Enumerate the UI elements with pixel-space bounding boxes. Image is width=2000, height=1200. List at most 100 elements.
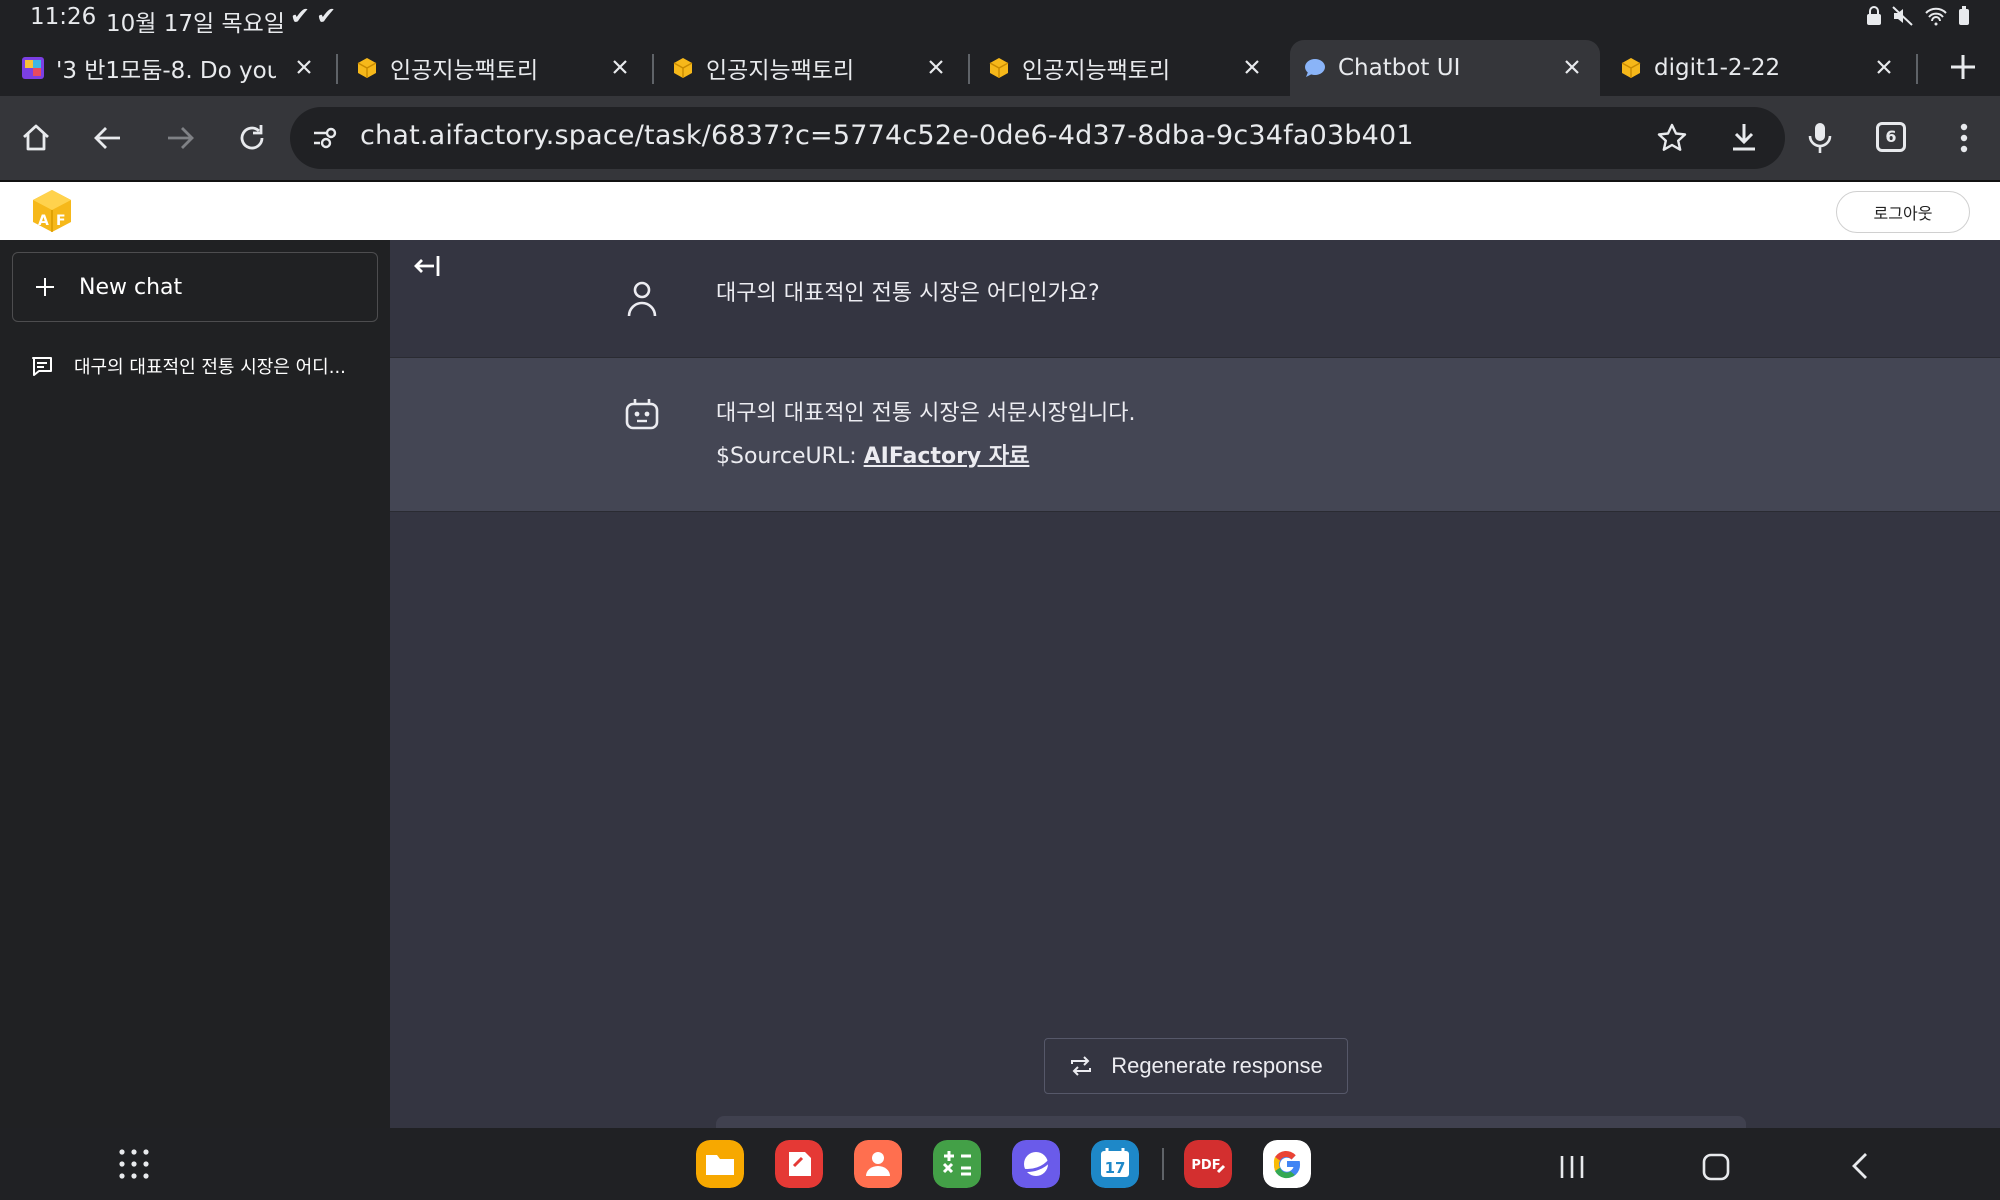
tab-switcher-button[interactable]: 6 <box>1876 122 1906 152</box>
google-icon[interactable] <box>1263 1140 1311 1188</box>
new-chat-label: New chat <box>79 274 183 300</box>
home-nav-icon[interactable] <box>1696 1146 1736 1186</box>
tab-separator <box>652 54 654 84</box>
system-icons <box>1866 6 1970 26</box>
source-line: $SourceURL: AIFactory 자료 <box>716 435 1136 478</box>
chat-sidebar: New chat 대구의 대표적인 전통 시장은 어디... <box>0 240 390 1128</box>
browser-tab[interactable]: digit1-2-22 <box>1620 40 1912 96</box>
user-avatar-icon <box>627 281 657 317</box>
close-icon[interactable] <box>1870 53 1898 81</box>
reload-button[interactable] <box>228 114 276 162</box>
browser-toolbar: chat.aifactory.space/task/6837?c=5774c52… <box>0 96 2000 180</box>
calendar-icon[interactable]: 17 <box>1091 1140 1139 1188</box>
assistant-message: 대구의 대표적인 전통 시장은 서문시장입니다. $SourceURL: AIF… <box>390 358 2000 512</box>
status-time: 11:26 <box>30 4 97 30</box>
app-drawer-icon[interactable] <box>118 1148 150 1180</box>
robot-icon <box>625 399 659 430</box>
chat-bubble-icon <box>1305 59 1325 77</box>
regenerate-response-button[interactable]: Regenerate response <box>1044 1038 1348 1094</box>
pdf-icon[interactable]: PDF <box>1184 1140 1232 1188</box>
forward-button[interactable] <box>156 114 204 162</box>
close-icon[interactable] <box>290 53 318 81</box>
tab-title: '3 반1모둠-8. Do you w <box>56 58 276 84</box>
source-prefix: $SourceURL: <box>716 444 864 469</box>
dock-divider <box>1162 1148 1164 1180</box>
browser-tab[interactable]: 인공지능팩토리 <box>672 40 964 96</box>
aifactory-cube-icon <box>357 58 377 78</box>
battery-icon <box>1959 6 1969 25</box>
download-icon[interactable] <box>1728 121 1760 153</box>
contacts-icon[interactable] <box>854 1140 902 1188</box>
user-message-text: 대구의 대표적인 전통 시장은 어디인가요? <box>716 281 1100 306</box>
reload-icon <box>240 125 264 150</box>
voice-search-button[interactable] <box>1796 114 1844 162</box>
new-tab-plus-icon[interactable] <box>1946 50 1980 84</box>
aifactory-cube-icon <box>989 58 1009 78</box>
status-bar: 11:26 10월 17일 목요일 ✔✔ <box>0 0 2000 37</box>
source-link[interactable]: AIFactory 자료 <box>864 444 1030 469</box>
browser-tab[interactable]: 인공지능팩토리 <box>356 40 648 96</box>
close-icon[interactable] <box>606 53 634 81</box>
assistant-message-body: 대구의 대표적인 전통 시장은 서문시장입니다. $SourceURL: AIF… <box>716 392 1136 478</box>
aifactory-cube-icon <box>1621 58 1641 78</box>
address-bar[interactable]: chat.aifactory.space/task/6837?c=5774c52… <box>290 107 1785 169</box>
tab-title: Chatbot UI <box>1338 55 1461 81</box>
svg-text:A: A <box>38 213 49 229</box>
site-settings-icon[interactable] <box>312 125 340 151</box>
chat-main: 대구의 대표적인 전통 시장은 어디인가요? 대구의 대표적인 전통 시장은 서… <box>390 240 2000 1128</box>
tab-separator <box>1916 54 1918 84</box>
calculator-icon[interactable] <box>933 1140 981 1188</box>
arrow-left-icon <box>94 127 120 149</box>
browser-tab-strip: '3 반1모둠-8. Do you w 인공지능팩토리 인공지능팩토리 인공지능… <box>0 38 2000 96</box>
back-button[interactable] <box>84 114 132 162</box>
home-icon <box>23 124 49 151</box>
tab-title: digit1-2-22 <box>1654 55 1781 81</box>
refresh-arrows-icon <box>1071 1056 1092 1076</box>
colorful-icon <box>22 57 44 79</box>
new-chat-button[interactable]: New chat <box>12 252 378 322</box>
aifactory-logo[interactable]: A F <box>30 188 74 234</box>
svg-text:PDF: PDF <box>1191 1158 1220 1173</box>
chat-message-icon <box>32 357 52 376</box>
wifi-icon <box>1925 7 1947 26</box>
tab-title: 인공지능팩토리 <box>1022 58 1171 84</box>
regenerate-label: Regenerate response <box>1111 1053 1323 1078</box>
recent-apps-icon[interactable] <box>1552 1146 1592 1186</box>
browser-tab[interactable]: '3 반1모둠-8. Do you w <box>22 40 332 96</box>
close-icon[interactable] <box>1238 53 1266 81</box>
back-nav-icon[interactable] <box>1842 1146 1882 1186</box>
svg-text:F: F <box>56 213 66 229</box>
conversation-item[interactable]: 대구의 대표적인 전통 시장은 어디... <box>12 340 378 392</box>
tab-separator <box>336 54 338 84</box>
logout-button[interactable]: 로그아웃 <box>1836 191 1970 233</box>
assistant-message-text: 대구의 대표적인 전통 시장은 서문시장입니다. <box>716 401 1136 426</box>
close-icon[interactable] <box>1558 53 1586 81</box>
check-icons: ✔✔ <box>290 2 343 30</box>
android-taskbar: 17 PDF <box>0 1128 2000 1200</box>
tab-title: 인공지능팩토리 <box>390 58 539 84</box>
close-icon[interactable] <box>922 53 950 81</box>
url-text[interactable]: chat.aifactory.space/task/6837?c=5774c52… <box>360 120 1414 151</box>
status-date: 10월 17일 목요일 <box>106 11 285 37</box>
home-button[interactable] <box>12 114 60 162</box>
chat-input-box[interactable] <box>716 1116 1746 1128</box>
conversation-title: 대구의 대표적인 전통 시장은 어디... <box>74 357 346 378</box>
notes-icon[interactable] <box>775 1140 823 1188</box>
microphone-icon <box>1808 123 1832 153</box>
collapse-sidebar-icon[interactable] <box>408 248 444 284</box>
files-icon[interactable] <box>696 1140 744 1188</box>
plus-icon <box>36 278 54 296</box>
tab-title: 인공지능팩토리 <box>706 58 855 84</box>
more-menu-button[interactable] <box>1940 114 1988 162</box>
tab-separator <box>968 54 970 84</box>
aifactory-cube-icon <box>673 58 693 78</box>
internet-icon[interactable] <box>1012 1140 1060 1188</box>
site-header: A F 로그아웃 <box>0 180 2000 240</box>
browser-tab[interactable]: 인공지능팩토리 <box>988 40 1280 96</box>
bookmark-star-icon[interactable] <box>1656 122 1688 154</box>
lock-icon <box>1867 6 1881 25</box>
browser-tab-active[interactable]: Chatbot UI <box>1290 40 1600 96</box>
user-message: 대구의 대표적인 전통 시장은 어디인가요? <box>390 240 2000 358</box>
arrow-right-icon <box>168 127 194 149</box>
more-vertical-icon <box>1960 123 1968 153</box>
